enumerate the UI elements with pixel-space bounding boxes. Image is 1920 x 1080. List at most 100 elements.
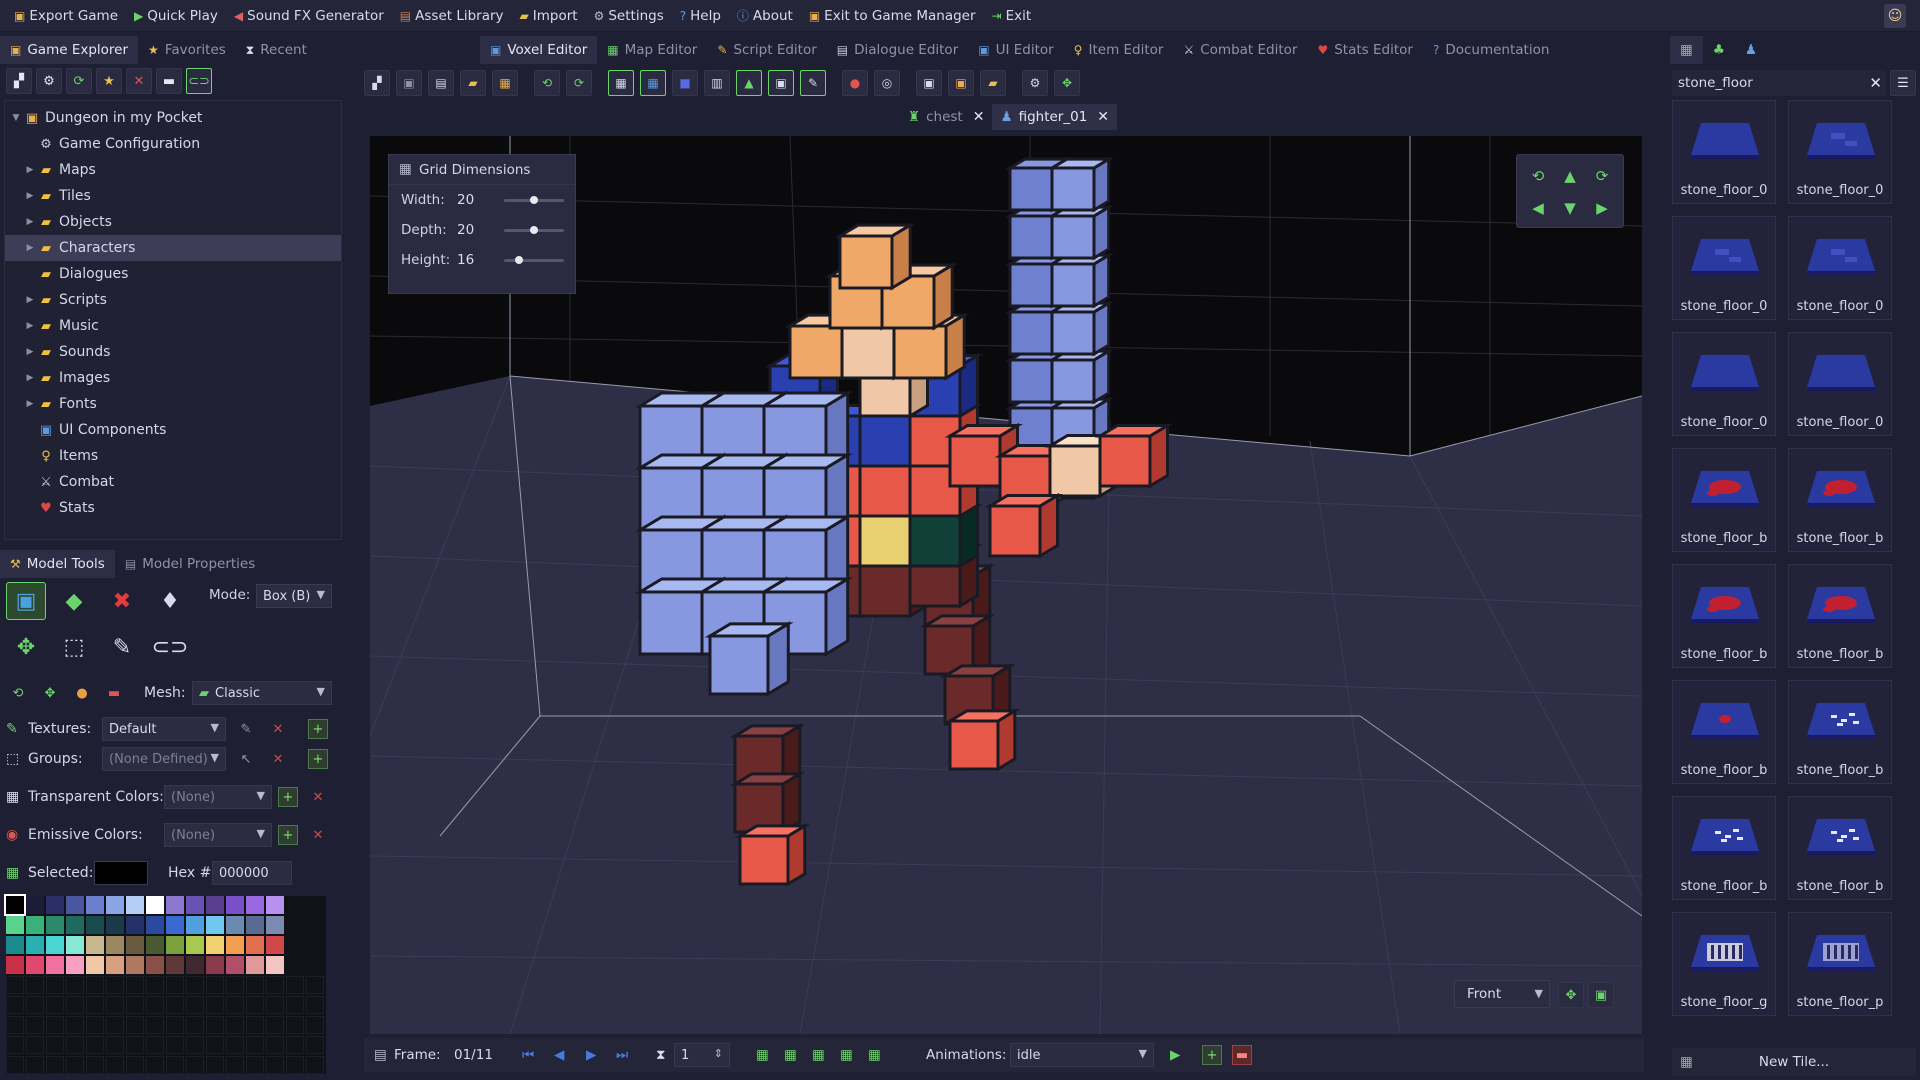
mode-select[interactable]: Box (B) ▼ bbox=[256, 584, 332, 608]
tree-item-maps[interactable]: ▶ ▰ Maps bbox=[5, 157, 341, 183]
dimension-slider[interactable] bbox=[504, 256, 564, 264]
tree-item-characters[interactable]: ▶ ▰ Characters bbox=[5, 235, 341, 261]
palette-empty-slot[interactable] bbox=[126, 1056, 144, 1074]
palette-empty-slot[interactable] bbox=[6, 1036, 24, 1054]
palette-empty-slot[interactable] bbox=[186, 1056, 204, 1074]
insert-frame-button[interactable]: ▦ bbox=[812, 1043, 825, 1067]
menu-help[interactable]: ? Help bbox=[672, 0, 729, 32]
export-button[interactable]: ▦ bbox=[492, 70, 518, 96]
chevron-right-icon[interactable]: ▶ bbox=[23, 165, 37, 175]
palette-swatch[interactable] bbox=[266, 896, 284, 914]
palette-swatch[interactable] bbox=[46, 916, 64, 934]
dimension-value[interactable]: 20 bbox=[457, 192, 474, 208]
palette-empty-slot[interactable] bbox=[46, 1036, 64, 1054]
palette-swatch[interactable] bbox=[26, 896, 44, 914]
remove-transparent-icon[interactable]: ✕ bbox=[308, 787, 328, 807]
palette-empty-slot[interactable] bbox=[46, 1016, 64, 1034]
link-button[interactable]: ⊂⊃ bbox=[186, 68, 212, 94]
palette-empty-slot[interactable] bbox=[26, 1056, 44, 1074]
palette-swatch[interactable] bbox=[6, 916, 24, 934]
palette-empty-slot[interactable] bbox=[66, 1036, 84, 1054]
palette-swatch[interactable] bbox=[66, 956, 84, 974]
palette-empty-slot[interactable] bbox=[106, 976, 124, 994]
slice-button[interactable]: ▥ bbox=[704, 70, 730, 96]
palette-empty-slot[interactable] bbox=[26, 1016, 44, 1034]
tree-item-scripts[interactable]: ▶ ▰ Scripts bbox=[5, 287, 341, 313]
rotate-left-icon[interactable]: ⟲ bbox=[1527, 165, 1549, 187]
menu-exit-to-manager[interactable]: ▣ Exit to Game Manager bbox=[801, 0, 984, 32]
palette-empty-slot[interactable] bbox=[166, 1016, 184, 1034]
tab-model-tools[interactable]: ⚒ Model Tools bbox=[0, 550, 115, 578]
palette-empty-slot[interactable] bbox=[6, 1056, 24, 1074]
palette-swatch[interactable] bbox=[146, 936, 164, 954]
tile-thumbnail[interactable]: stone_floor_g bbox=[1672, 912, 1776, 1016]
palette-swatch[interactable] bbox=[186, 956, 204, 974]
palette-swatch[interactable] bbox=[166, 956, 184, 974]
remove-texture-icon[interactable]: ✕ bbox=[268, 719, 288, 739]
palette-empty-slot[interactable] bbox=[106, 996, 124, 1014]
textures-select[interactable]: Default ▼ bbox=[102, 717, 226, 741]
menu-import[interactable]: ▰ Import bbox=[512, 0, 586, 32]
palette-empty-slot[interactable] bbox=[286, 1036, 304, 1054]
cookie-icon[interactable]: ● bbox=[72, 683, 92, 703]
move-frame-button[interactable]: ▦ bbox=[840, 1043, 853, 1067]
palette-swatch[interactable] bbox=[186, 916, 204, 934]
frame-button[interactable]: ▣ bbox=[916, 70, 942, 96]
palette-swatch[interactable] bbox=[146, 896, 164, 914]
chevron-right-icon[interactable]: ▶ bbox=[23, 399, 37, 409]
tab-item-editor[interactable]: ♀ Item Editor bbox=[1064, 36, 1174, 64]
tile-thumbnail[interactable]: stone_floor_0 bbox=[1788, 100, 1892, 204]
palette-empty-slot[interactable] bbox=[286, 1056, 304, 1074]
menu-about[interactable]: ⓘ About bbox=[729, 0, 801, 32]
palette-empty-slot[interactable] bbox=[26, 976, 44, 994]
palette-empty-slot[interactable] bbox=[246, 1056, 264, 1074]
tile-thumbnail[interactable]: stone_floor_0 bbox=[1672, 100, 1776, 204]
slider-handle[interactable] bbox=[515, 256, 523, 264]
palette-empty-slot[interactable] bbox=[266, 996, 284, 1014]
palette-swatch[interactable] bbox=[146, 956, 164, 974]
palette-swatch[interactable] bbox=[86, 916, 104, 934]
palette-empty-slot[interactable] bbox=[126, 1036, 144, 1054]
palette-empty-slot[interactable] bbox=[66, 1056, 84, 1074]
palette-swatch[interactable] bbox=[246, 916, 264, 934]
palette-swatch[interactable] bbox=[126, 896, 144, 914]
tile-thumbnail[interactable]: stone_floor_0 bbox=[1788, 332, 1892, 436]
pointer-icon[interactable]: ↖ bbox=[236, 749, 256, 769]
play-button[interactable]: ▶ bbox=[586, 1043, 596, 1067]
chevron-right-icon[interactable]: ▶ bbox=[23, 347, 37, 357]
chevron-right-icon[interactable]: ▶ bbox=[23, 295, 37, 305]
box-button[interactable]: ■ bbox=[672, 70, 698, 96]
palette-swatch[interactable] bbox=[206, 936, 224, 954]
palette-empty-slot[interactable] bbox=[206, 1056, 224, 1074]
palette-swatch[interactable] bbox=[86, 956, 104, 974]
tab-map-editor[interactable]: ▦ Map Editor bbox=[597, 36, 707, 64]
palette-empty-slot[interactable] bbox=[6, 1016, 24, 1034]
arrow-down-icon[interactable]: ▼ bbox=[1559, 197, 1581, 219]
palette-swatch[interactable] bbox=[26, 936, 44, 954]
tile-thumbnail[interactable]: stone_floor_b bbox=[1788, 680, 1892, 784]
terrain-button[interactable]: ▲ bbox=[736, 70, 762, 96]
palette-swatch[interactable] bbox=[166, 896, 184, 914]
palette-empty-slot[interactable] bbox=[226, 996, 244, 1014]
redo-button[interactable]: ⟳ bbox=[566, 70, 592, 96]
palette-swatch[interactable] bbox=[106, 916, 124, 934]
dimension-value[interactable]: 16 bbox=[457, 252, 474, 268]
palette-empty-slot[interactable] bbox=[126, 1016, 144, 1034]
fill-tool[interactable]: ♦ bbox=[150, 582, 190, 620]
folder-button[interactable]: ▰ bbox=[980, 70, 1006, 96]
palette-swatch[interactable] bbox=[266, 916, 284, 934]
tab-documentation[interactable]: ? Documentation bbox=[1423, 36, 1559, 64]
palette-empty-slot[interactable] bbox=[306, 996, 324, 1014]
palette-swatch[interactable] bbox=[166, 916, 184, 934]
palette-empty-slot[interactable] bbox=[166, 976, 184, 994]
palette-swatch[interactable] bbox=[226, 956, 244, 974]
palette-swatch[interactable] bbox=[46, 896, 64, 914]
palette-empty-slot[interactable] bbox=[86, 1016, 104, 1034]
palette-swatch[interactable] bbox=[226, 916, 244, 934]
palette-swatch[interactable] bbox=[246, 896, 264, 914]
palette-empty-slot[interactable] bbox=[166, 1036, 184, 1054]
palette-empty-slot[interactable] bbox=[226, 1056, 244, 1074]
palette-empty-slot[interactable] bbox=[66, 996, 84, 1014]
draw-button[interactable]: ✎ bbox=[800, 70, 826, 96]
close-icon[interactable]: ✕ bbox=[1097, 109, 1109, 125]
